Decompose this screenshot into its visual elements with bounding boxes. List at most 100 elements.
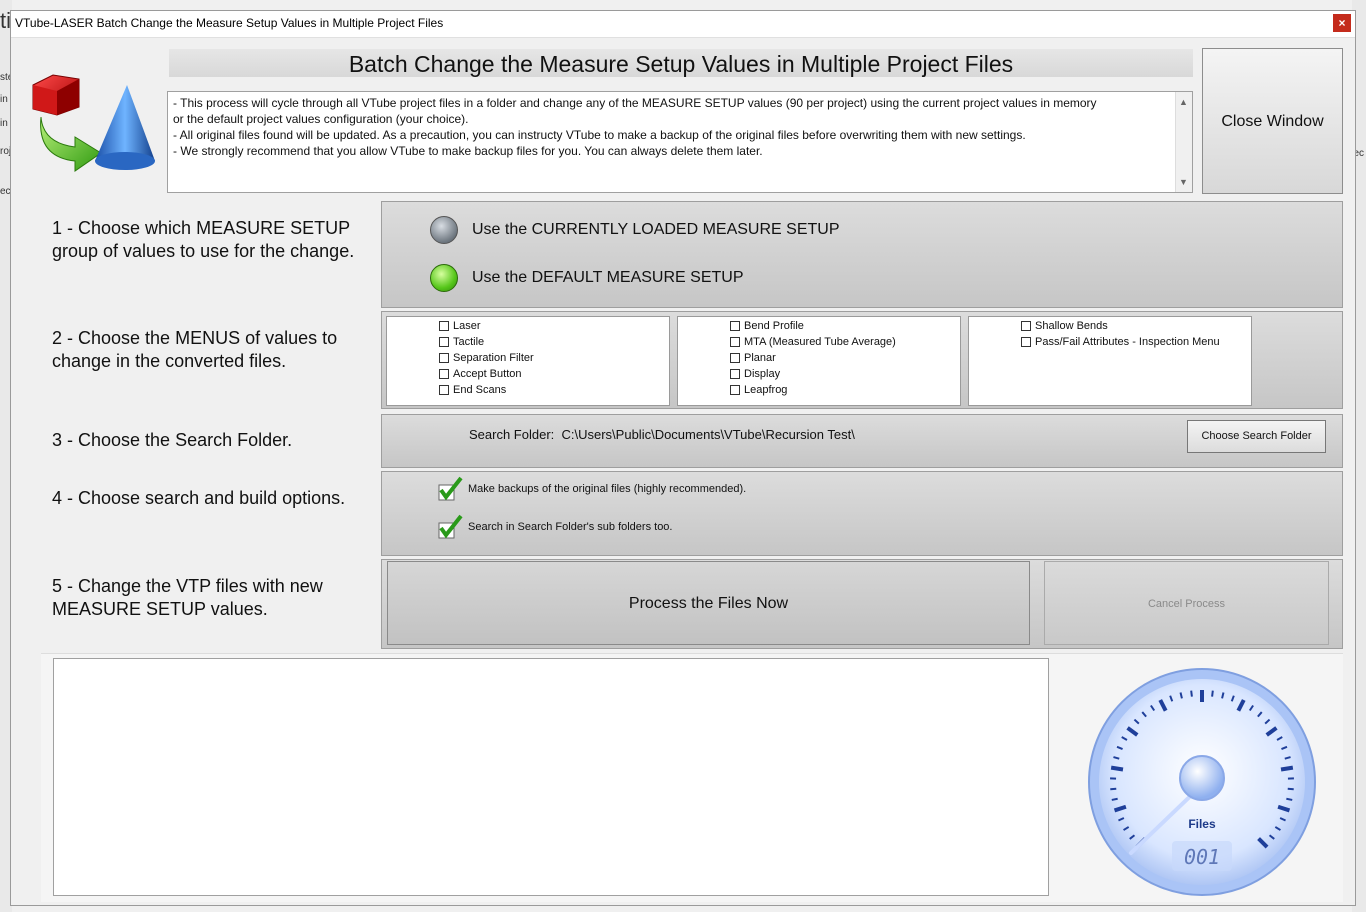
gauge-tick [1190, 690, 1193, 697]
radio-currently-loaded[interactable]: Use the CURRENTLY LOADED MEASURE SETUP [430, 216, 840, 244]
gauge-tick [1280, 765, 1294, 772]
checkbox-label: Display [744, 368, 781, 380]
search-folder-label: Search Folder: [469, 427, 555, 442]
step3-label: 3 - Choose the Search Folder. [52, 430, 293, 450]
scroll-down-icon[interactable]: ▼ [1179, 174, 1188, 190]
background-fragment: ec [0, 186, 11, 197]
batch-change-window: VTube-LASER Batch Change the Measure Set… [10, 10, 1356, 906]
radio-label: Use the DEFAULT MEASURE SETUP [472, 269, 744, 286]
page-title: Batch Change the Measure Setup Values in… [169, 49, 1193, 77]
checkmark-icon[interactable] [438, 476, 464, 502]
checkbox-end-scans[interactable]: End Scans [439, 384, 506, 396]
search-folder-path: C:\Users\Public\Documents\VTube\Recursio… [561, 427, 855, 442]
checkbox-separation-filter[interactable]: Separation Filter [439, 352, 534, 364]
step1-label-line: 1 - Choose which MEASURE SETUP [52, 218, 351, 238]
window-title: VTube-LASER Batch Change the Measure Set… [15, 16, 444, 30]
checkbox-label: Planar [744, 352, 776, 364]
checkbox-leapfrog[interactable]: Leapfrog [730, 384, 787, 396]
option-make-backups[interactable]: Make backups of the original files (high… [438, 476, 746, 502]
radio-label: Use the CURRENTLY LOADED MEASURE SETUP [472, 221, 840, 238]
option-search-subfolders[interactable]: Search in Search Folder's sub folders to… [438, 514, 672, 540]
checkbox-label: Pass/Fail Attributes - Inspection Menu [1035, 336, 1220, 348]
close-icon[interactable]: × [1333, 14, 1351, 32]
checkbox-pass-fail[interactable]: Pass/Fail Attributes - Inspection Menu [1021, 336, 1220, 348]
checkbox-label: Separation Filter [453, 352, 534, 364]
search-folder-display: Search Folder: C:\Users\Public\Documents… [469, 427, 855, 442]
checkbox-icon[interactable] [730, 321, 740, 331]
checkbox-label: Tactile [453, 336, 485, 348]
checkbox-icon[interactable] [730, 385, 740, 395]
step1-label-line: group of values to use for the change. [52, 241, 355, 261]
app-logo [32, 74, 155, 172]
checkbox-tactile[interactable]: Tactile [439, 336, 484, 348]
background-fragment: in [0, 118, 8, 129]
step5-label-line: MEASURE SETUP values. [52, 599, 268, 619]
checkbox-icon[interactable] [1021, 337, 1031, 347]
checkbox-icon[interactable] [730, 369, 740, 379]
checkbox-label: Leapfrog [744, 384, 788, 396]
checkbox-label: Accept Button [453, 368, 522, 380]
gauge-readout: 001 [1184, 845, 1220, 869]
checkbox-icon[interactable] [439, 385, 449, 395]
checkbox-icon[interactable] [439, 321, 449, 331]
description-textbox[interactable]: - This process will cycle through all VT… [167, 91, 1193, 193]
choose-search-folder-button[interactable]: Choose Search Folder [1187, 420, 1326, 453]
checkbox-bend-profile[interactable]: Bend Profile [730, 320, 804, 332]
title-bar: VTube-LASER Batch Change the Measure Set… [11, 11, 1355, 38]
option-label: Make backups of the original files (high… [468, 483, 747, 495]
gauge-label: Files [1188, 817, 1216, 831]
menus-group-3: Shallow Bends Pass/Fail Attributes - Ins… [968, 316, 1252, 406]
search-folder-panel: Search Folder: C:\Users\Public\Documents… [381, 414, 1343, 468]
gauge-tick [1286, 797, 1293, 801]
description-line: - All original files found will be updat… [173, 128, 1026, 142]
checkbox-icon[interactable] [730, 337, 740, 347]
measure-setup-choice-panel: Use the CURRENTLY LOADED MEASURE SETUP U… [381, 201, 1343, 308]
checkbox-shallow-bends[interactable]: Shallow Bends [1021, 320, 1108, 332]
description-line: or the default project values configurat… [173, 112, 469, 126]
step5-label: 5 - Change the VTP files with new MEASUR… [52, 575, 323, 621]
step2-label: 2 - Choose the MENUS of values to change… [52, 327, 337, 373]
checkbox-icon[interactable] [439, 353, 449, 363]
step4-label: 4 - Choose search and build options. [52, 488, 346, 508]
scroll-up-icon[interactable]: ▲ [1179, 94, 1188, 110]
checkbox-accept-button[interactable]: Accept Button [439, 368, 522, 380]
checkbox-label: End Scans [453, 384, 507, 396]
checkbox-laser[interactable]: Laser [439, 320, 481, 332]
checkbox-label: Bend Profile [744, 320, 804, 332]
checkbox-display[interactable]: Display [730, 368, 780, 380]
cancel-process-button[interactable]: Cancel Process [1044, 561, 1329, 645]
checkbox-planar[interactable]: Planar [730, 352, 776, 364]
scrollbar[interactable]: ▲ ▼ [1175, 92, 1192, 192]
files-gauge: Files 001 [1088, 668, 1316, 896]
close-window-button[interactable]: Close Window [1202, 48, 1343, 194]
step2-label-line: change in the converted files. [52, 351, 287, 371]
search-options-panel: Make backups of the original files (high… [381, 471, 1343, 556]
step5-label-line: 5 - Change the VTP files with new [52, 576, 323, 596]
checkbox-icon[interactable] [1021, 321, 1031, 331]
menus-choice-panel: Laser Tactile Separation Filter Accept B… [381, 311, 1343, 409]
checkbox-icon[interactable] [439, 369, 449, 379]
checkbox-mta[interactable]: MTA (Measured Tube Average) [730, 336, 896, 348]
checkbox-icon[interactable] [730, 353, 740, 363]
description-line: - We strongly recommend that you allow V… [173, 144, 763, 158]
process-files-button[interactable]: Process the Files Now [387, 561, 1030, 645]
menus-group-2: Bend Profile MTA (Measured Tube Average)… [677, 316, 961, 406]
process-panel: Process the Files Now Cancel Process [381, 559, 1343, 649]
checkbox-label: Laser [453, 320, 481, 332]
output-area: Files 001 [41, 653, 1343, 902]
process-log[interactable] [53, 658, 1049, 896]
radio-off-icon[interactable] [430, 216, 458, 244]
checkbox-icon[interactable] [439, 337, 449, 347]
background-fragment: in [0, 94, 8, 105]
gauge-tick [1179, 692, 1183, 699]
gauge-tick [1110, 765, 1124, 772]
step2-label-line: 2 - Choose the MENUS of values to [52, 328, 338, 348]
step1-label: 1 - Choose which MEASURE SETUP group of … [52, 217, 354, 263]
radio-default[interactable]: Use the DEFAULT MEASURE SETUP [430, 264, 743, 292]
checkbox-label: Shallow Bends [1035, 320, 1108, 332]
gauge-tick [1221, 692, 1225, 699]
checkbox-label: MTA (Measured Tube Average) [744, 336, 896, 348]
menus-group-1: Laser Tactile Separation Filter Accept B… [386, 316, 670, 406]
checkmark-icon[interactable] [438, 514, 464, 540]
radio-on-icon[interactable] [430, 264, 458, 292]
